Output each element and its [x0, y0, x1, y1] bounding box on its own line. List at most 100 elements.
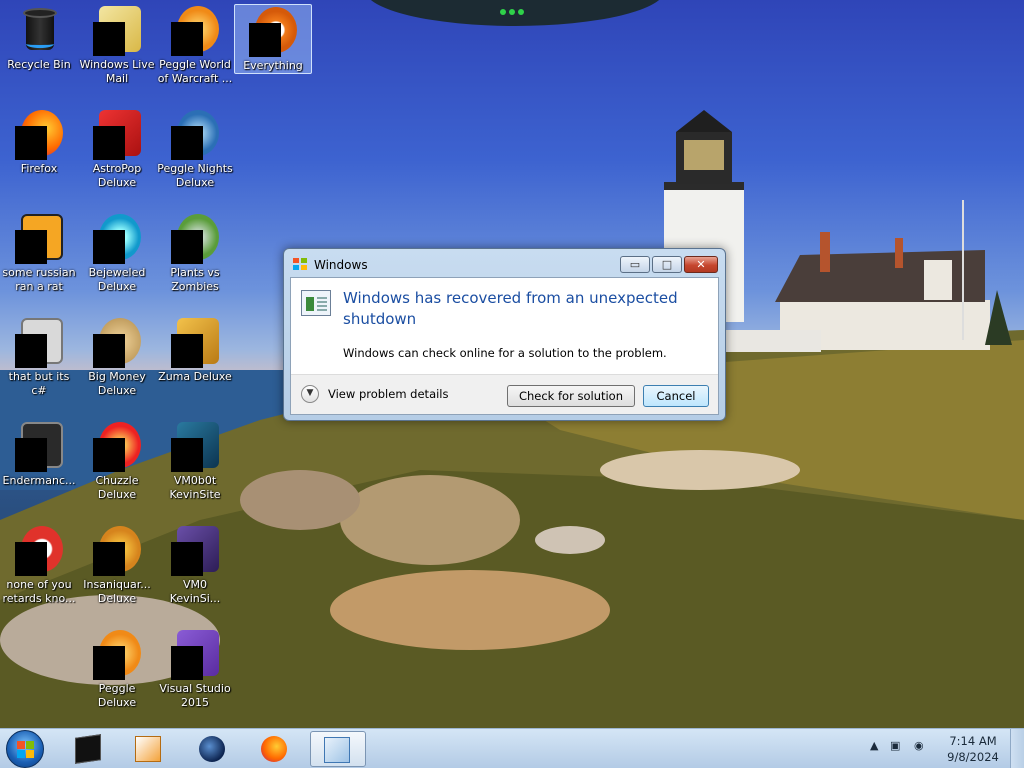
- desktop-icon-that-but-its-csharp[interactable]: that but its c#: [0, 312, 78, 412]
- windows-logo-icon: [17, 741, 35, 759]
- desktop-icon-label: Big Money Deluxe: [88, 370, 146, 397]
- system-tray: ▲ ▣ ◉: [866, 739, 936, 759]
- taskbar-clock[interactable]: 7:14 AM 9/8/2024: [942, 733, 1004, 765]
- desktop-icon-label: Endermanc...: [2, 474, 76, 487]
- recycle-bin-icon: [15, 6, 63, 54]
- desktop-icon-recycle-bin[interactable]: Recycle Bin: [0, 0, 78, 100]
- dialog-title: Windows: [314, 258, 368, 272]
- close-icon: ✕: [696, 258, 706, 271]
- show-hidden-icons-button[interactable]: ▲: [870, 739, 878, 752]
- dialog-content: Windows has recovered from an unexpected…: [290, 277, 719, 415]
- desktop-icon-vm0b0t-kevinsite[interactable]: VM0b0t KevinSite: [156, 416, 234, 516]
- desktop-icon-label: Peggle Nights Deluxe: [157, 162, 233, 189]
- desktop-icon-label: Chuzzle Deluxe: [95, 474, 139, 501]
- peggle-icon: [93, 630, 141, 680]
- gadget-indicator-lights: [500, 4, 530, 15]
- java-file-icon: [15, 214, 63, 264]
- desktop-icon-chuzzle-deluxe[interactable]: Chuzzle Deluxe: [78, 416, 156, 516]
- desktop-icon-vm0-kevinsite[interactable]: VM0 KevinSi...: [156, 520, 234, 620]
- bejeweled-icon: [93, 214, 141, 264]
- search-icon: [249, 7, 297, 57]
- desktop-icon-peggle-nights-deluxe[interactable]: Peggle Nights Deluxe: [156, 104, 234, 204]
- files-icon: [15, 318, 63, 368]
- vm-icon: [171, 526, 219, 576]
- desktop-icon-label: some russian ran a rat: [2, 266, 76, 293]
- command-prompt-icon: [75, 734, 101, 764]
- check-for-solution-button[interactable]: Check for solution: [507, 385, 635, 407]
- desktop-icon-label: Plants vs Zombies: [170, 266, 220, 293]
- desktop-icon-firefox[interactable]: Firefox: [0, 104, 78, 204]
- dialog-message: Windows can check online for a solution …: [343, 346, 667, 360]
- peggle-icon: [171, 6, 219, 56]
- volume-icon[interactable]: ◉: [914, 739, 924, 752]
- desktop-icon-label: Bejeweled Deluxe: [88, 266, 146, 293]
- desktop-icon-label: VM0 KevinSi...: [169, 578, 221, 605]
- fish-icon: [93, 526, 141, 576]
- firefox-icon: [261, 736, 287, 762]
- peggle-nights-icon: [171, 110, 219, 160]
- taskbar-firefox[interactable]: [248, 731, 300, 767]
- plants-icon: [171, 214, 219, 264]
- desktop-icon-label: none of you retards kno...: [2, 578, 76, 605]
- program-icon: [15, 422, 63, 472]
- desktop-icon-big-money-deluxe[interactable]: Big Money Deluxe: [78, 312, 156, 412]
- desktop-icon-zuma-deluxe[interactable]: Zuma Deluxe: [156, 312, 234, 412]
- desktop-icon-label: Recycle Bin: [7, 58, 71, 71]
- taskbar-media-player[interactable]: [122, 731, 174, 767]
- vm-icon: [171, 422, 219, 472]
- desktop-icon-label: Everything: [243, 59, 303, 72]
- taskbar: ▲ ▣ ◉ 7:14 AM 9/8/2024: [0, 728, 1024, 768]
- maximize-button[interactable]: □: [652, 256, 682, 273]
- problem-report-icon: [301, 290, 331, 316]
- dialog-titlebar[interactable]: Windows ▭ □ ✕: [284, 249, 725, 277]
- cancel-button[interactable]: Cancel: [643, 385, 709, 407]
- desktop-icon-label: VM0b0t KevinSite: [169, 474, 221, 501]
- desktop-icon-peggle-deluxe[interactable]: Peggle Deluxe: [78, 624, 156, 724]
- desktop-icon-label: Zuma Deluxe: [158, 370, 232, 383]
- money-bag-icon: [93, 318, 141, 368]
- desktop-icon-plants-vs-zombies[interactable]: Plants vs Zombies: [156, 208, 234, 308]
- clock-date: 9/8/2024: [947, 750, 999, 764]
- show-desktop-button[interactable]: [1010, 729, 1024, 768]
- desktop-icon-astropop-deluxe[interactable]: AstroPop Deluxe: [78, 104, 156, 204]
- globe-icon: [199, 736, 225, 762]
- recovered-shutdown-dialog: Windows ▭ □ ✕ Windows has recovered from…: [283, 248, 726, 421]
- desktop-icon-peggle-world-of-warcraft[interactable]: Peggle World of Warcraft ...: [156, 0, 234, 100]
- astropop-icon: [93, 110, 141, 160]
- desktop-icon-label: Peggle World of Warcraft ...: [157, 58, 233, 85]
- desktop-icon-everything[interactable]: Everything: [234, 4, 312, 74]
- maximize-icon: □: [661, 258, 673, 271]
- desktop-icon-label: Insaniquar... Deluxe: [83, 578, 151, 605]
- taskbar-globe[interactable]: [186, 731, 238, 767]
- desktop-icon-visual-studio-2015[interactable]: Visual Studio 2015: [156, 624, 234, 724]
- desktop-icon-some-russian-ran-a-rat[interactable]: some russian ran a rat: [0, 208, 78, 308]
- desktop-icon-label: AstroPop Deluxe: [92, 162, 142, 189]
- desktop-icon-label: Visual Studio 2015: [159, 682, 231, 709]
- chevron-down-icon[interactable]: ▼: [301, 385, 319, 403]
- firefox-icon: [15, 110, 63, 160]
- taskbar-problem-reports[interactable]: [310, 731, 366, 767]
- minimize-button[interactable]: ▭: [620, 256, 650, 273]
- taskbar-command-prompt[interactable]: [62, 731, 114, 767]
- desktop-icon-bejeweled-deluxe[interactable]: Bejeweled Deluxe: [78, 208, 156, 308]
- windows-flag-icon: [293, 258, 307, 270]
- view-problem-details-link[interactable]: View problem details: [328, 387, 449, 401]
- desktop-icon-endermanc[interactable]: Endermanc...: [0, 416, 78, 516]
- visual-studio-icon: [171, 630, 219, 680]
- desktop-icon-label: Peggle Deluxe: [97, 682, 137, 709]
- close-button[interactable]: ✕: [684, 256, 718, 273]
- mail-icon: [93, 6, 141, 56]
- desktop-icon-windows-live-mail[interactable]: Windows Live Mail: [78, 0, 156, 100]
- chuzzle-icon: [93, 422, 141, 472]
- app-icon: [15, 526, 63, 576]
- desktop-icon-none-of-you[interactable]: none of you retards kno...: [0, 520, 78, 620]
- zuma-icon: [171, 318, 219, 368]
- media-player-icon: [135, 736, 161, 762]
- start-button[interactable]: [6, 730, 44, 768]
- desktop-icon-insaniquarium-deluxe[interactable]: Insaniquar... Deluxe: [78, 520, 156, 620]
- desktop-icon-label: that but its c#: [8, 370, 70, 397]
- desktop-icon-label: Windows Live Mail: [79, 58, 155, 85]
- network-icon[interactable]: ▣: [890, 739, 900, 752]
- clock-time: 7:14 AM: [949, 734, 997, 748]
- desktop-icon-label: Firefox: [20, 162, 58, 175]
